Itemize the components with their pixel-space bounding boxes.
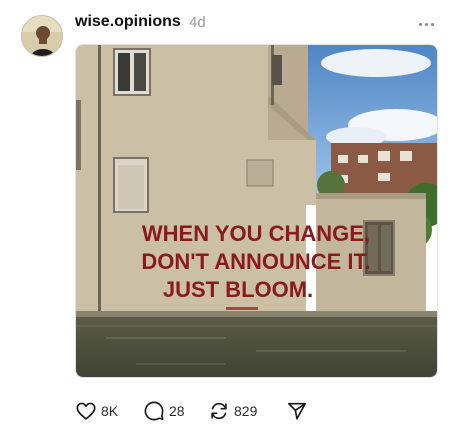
reply-button[interactable]: 28 <box>143 398 185 424</box>
heart-icon <box>76 402 96 420</box>
post-timestamp: 4d <box>189 14 206 31</box>
post-image[interactable]: WHEN YOU CHANGE, DON'T ANNOUNCE IT. JUST… <box>75 44 438 378</box>
post-card: wise.opinions 4d WHEN YOU CHANGE, DON'T … <box>0 0 452 432</box>
repost-count: 829 <box>234 403 258 419</box>
graffiti-line-2: DON'T ANNOUNCE IT. <box>141 249 370 274</box>
share-button[interactable] <box>286 398 308 424</box>
like-count: 8K <box>101 403 119 419</box>
repost-icon <box>211 402 227 420</box>
more-dot <box>424 22 428 26</box>
more-dot <box>430 22 434 26</box>
graffiti-line-1: WHEN YOU CHANGE, <box>142 221 370 246</box>
like-button[interactable]: 8K <box>75 398 118 424</box>
more-options-button[interactable] <box>412 15 440 33</box>
more-horizontal-icon <box>418 22 422 26</box>
avatar[interactable] <box>21 15 63 57</box>
username-link[interactable]: wise.opinions <box>75 13 181 31</box>
graffiti-photo: WHEN YOU CHANGE, DON'T ANNOUNCE IT. JUST… <box>76 45 437 377</box>
repost-button[interactable]: 829 <box>208 398 257 424</box>
avatar-image <box>22 16 62 56</box>
comment-icon <box>144 401 164 421</box>
graffiti-line-3: JUST BLOOM. <box>163 277 313 302</box>
action-bar: 8K 28 829 <box>75 398 375 424</box>
reply-count: 28 <box>169 403 185 419</box>
send-icon <box>287 402 307 420</box>
